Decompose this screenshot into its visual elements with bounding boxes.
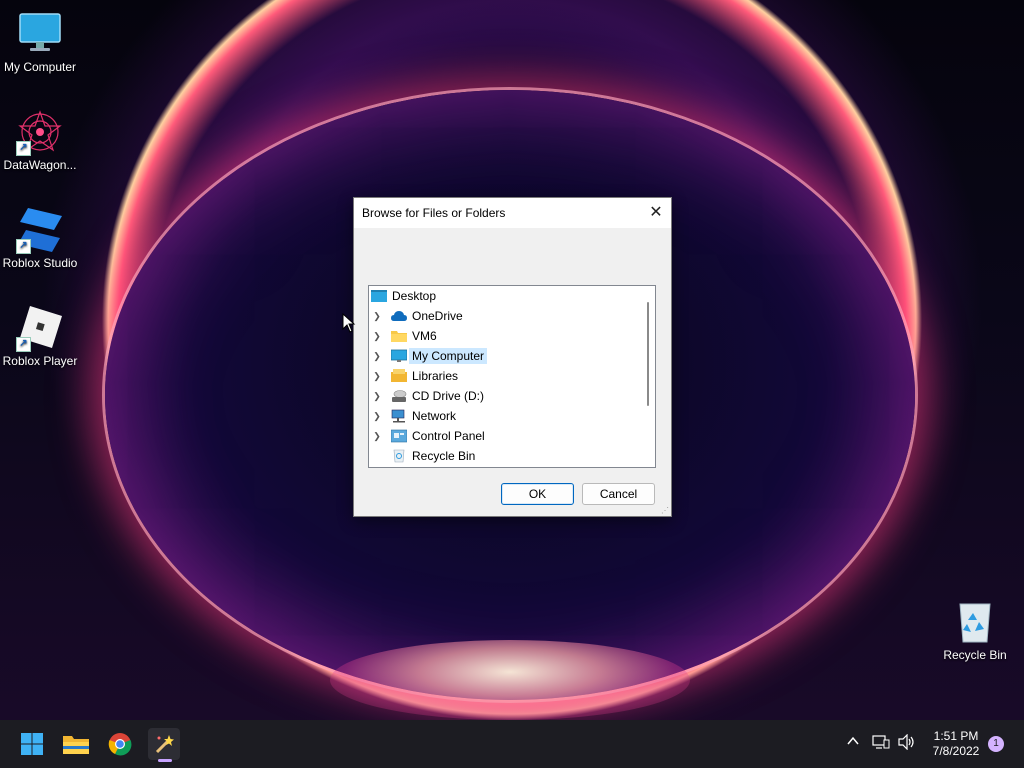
chrome-icon[interactable] <box>104 728 136 760</box>
desktop-icon-label: Recycle Bin <box>943 648 1007 662</box>
control-panel-icon <box>390 429 408 443</box>
tree-scrollbar[interactable] <box>647 302 649 406</box>
tree-item-desktop[interactable]: Desktop <box>369 287 436 305</box>
tree-item-label: VM6 <box>412 329 437 343</box>
tree-item-label: Desktop <box>392 289 437 303</box>
clock-time: 1:51 PM <box>933 729 979 743</box>
network-icon[interactable] <box>872 734 890 753</box>
magic-wand-app-icon[interactable] <box>148 728 180 760</box>
ok-button[interactable]: OK <box>501 483 574 505</box>
folder-icon <box>391 329 407 343</box>
dialog-title: Browse for Files or Folders <box>362 206 506 220</box>
dialog-titlebar[interactable]: Browse for Files or Folders ✕ <box>354 198 671 228</box>
tree-item-control-panel[interactable]: ❯ Control Panel <box>369 427 485 445</box>
active-app-indicator <box>158 759 172 762</box>
tree-item-label: My Computer <box>409 348 488 364</box>
roblox-studio-icon: ↗ <box>16 206 64 254</box>
browse-dialog: Browse for Files or Folders ✕ Desktop ❯ … <box>353 197 672 517</box>
recycle-bin-icon <box>391 449 407 463</box>
chevron-up-icon[interactable] <box>846 734 860 751</box>
tree-item-onedrive[interactable]: ❯ OneDrive <box>369 307 463 325</box>
shortcut-arrow-icon: ↗ <box>16 337 31 352</box>
tree-item-label: Network <box>412 409 457 423</box>
network-icon <box>391 409 407 423</box>
recycle-bin-icon <box>951 598 999 646</box>
chevron-right-icon[interactable]: ❯ <box>371 431 383 442</box>
chevron-right-icon[interactable]: ❯ <box>371 311 383 322</box>
desktop-icon-label: Roblox Player <box>2 354 78 368</box>
desktop-icon-recycle-bin[interactable]: Recycle Bin <box>935 598 1015 662</box>
tree-item-label: Libraries <box>412 369 459 383</box>
desktop-icon-roblox-player[interactable]: ↗ Roblox Player <box>0 304 80 368</box>
shortcut-arrow-icon: ↗ <box>16 141 31 156</box>
roblox-player-icon: ↗ <box>16 304 64 352</box>
desktop-icon-my-computer[interactable]: My Computer <box>0 10 80 74</box>
chevron-right-icon[interactable]: ❯ <box>371 331 383 342</box>
tree-item-libraries[interactable]: ❯ Libraries <box>369 367 458 385</box>
desktop-icon-label: Roblox Studio <box>2 256 78 270</box>
tree-item-recycle-bin[interactable]: Recycle Bin <box>369 447 475 465</box>
monitor-icon <box>16 10 64 58</box>
taskbar-clock[interactable]: 1:51 PM 7/8/2022 <box>925 729 987 759</box>
tree-item-label: CD Drive (D:) <box>412 389 484 403</box>
chevron-right-icon[interactable]: ❯ <box>371 411 383 422</box>
desktop-icon-label: DataWagon... <box>3 158 77 172</box>
desktop-icon-label: My Computer <box>3 60 77 74</box>
tree-item-label: Recycle Bin <box>412 449 476 463</box>
taskbar: 1:51 PM 7/8/2022 <box>0 720 1024 768</box>
chevron-right-icon[interactable]: ❯ <box>371 371 383 382</box>
desktop-icon-roblox-studio[interactable]: ↗ Roblox Studio <box>0 206 80 270</box>
shortcut-arrow-icon: ↗ <box>16 239 31 254</box>
libraries-icon <box>391 369 407 383</box>
folder-tree[interactable]: Desktop ❯ OneDrive ❯ VM6 ❯ My Computer ❯ <box>368 285 656 468</box>
tree-item-label: Control Panel <box>412 429 485 443</box>
close-icon[interactable]: ✕ <box>641 198 671 228</box>
wallpaper-glow <box>330 640 690 720</box>
chevron-right-icon[interactable]: ❯ <box>371 391 383 402</box>
tree-item-cd-drive[interactable]: ❯ CD Drive (D:) <box>369 387 484 405</box>
onedrive-cloud-icon <box>391 309 407 323</box>
monitor-icon <box>390 349 408 363</box>
chevron-right-icon[interactable]: ❯ <box>371 351 383 362</box>
resize-grip-icon[interactable]: ⋰ <box>661 506 669 515</box>
file-explorer-icon[interactable] <box>60 728 92 760</box>
windows-start-icon[interactable] <box>16 728 48 760</box>
tree-item-my-computer[interactable]: ❯ My Computer <box>369 347 488 365</box>
mouse-cursor-icon <box>342 312 356 338</box>
clock-date: 7/8/2022 <box>932 744 980 758</box>
desktop-icon <box>371 289 387 303</box>
notification-badge[interactable]: 1 <box>988 736 1004 752</box>
tree-item-label: OneDrive <box>412 309 463 323</box>
desktop-icon-datawagon[interactable]: ↗ DataWagon... <box>0 108 80 172</box>
tree-item-network[interactable]: ❯ Network <box>369 407 456 425</box>
cd-drive-icon <box>391 389 407 403</box>
datawagon-icon: ↗ <box>16 108 64 156</box>
tree-item-vm6[interactable]: ❯ VM6 <box>369 327 437 345</box>
volume-icon[interactable] <box>898 733 916 753</box>
cancel-button[interactable]: Cancel <box>582 483 655 505</box>
